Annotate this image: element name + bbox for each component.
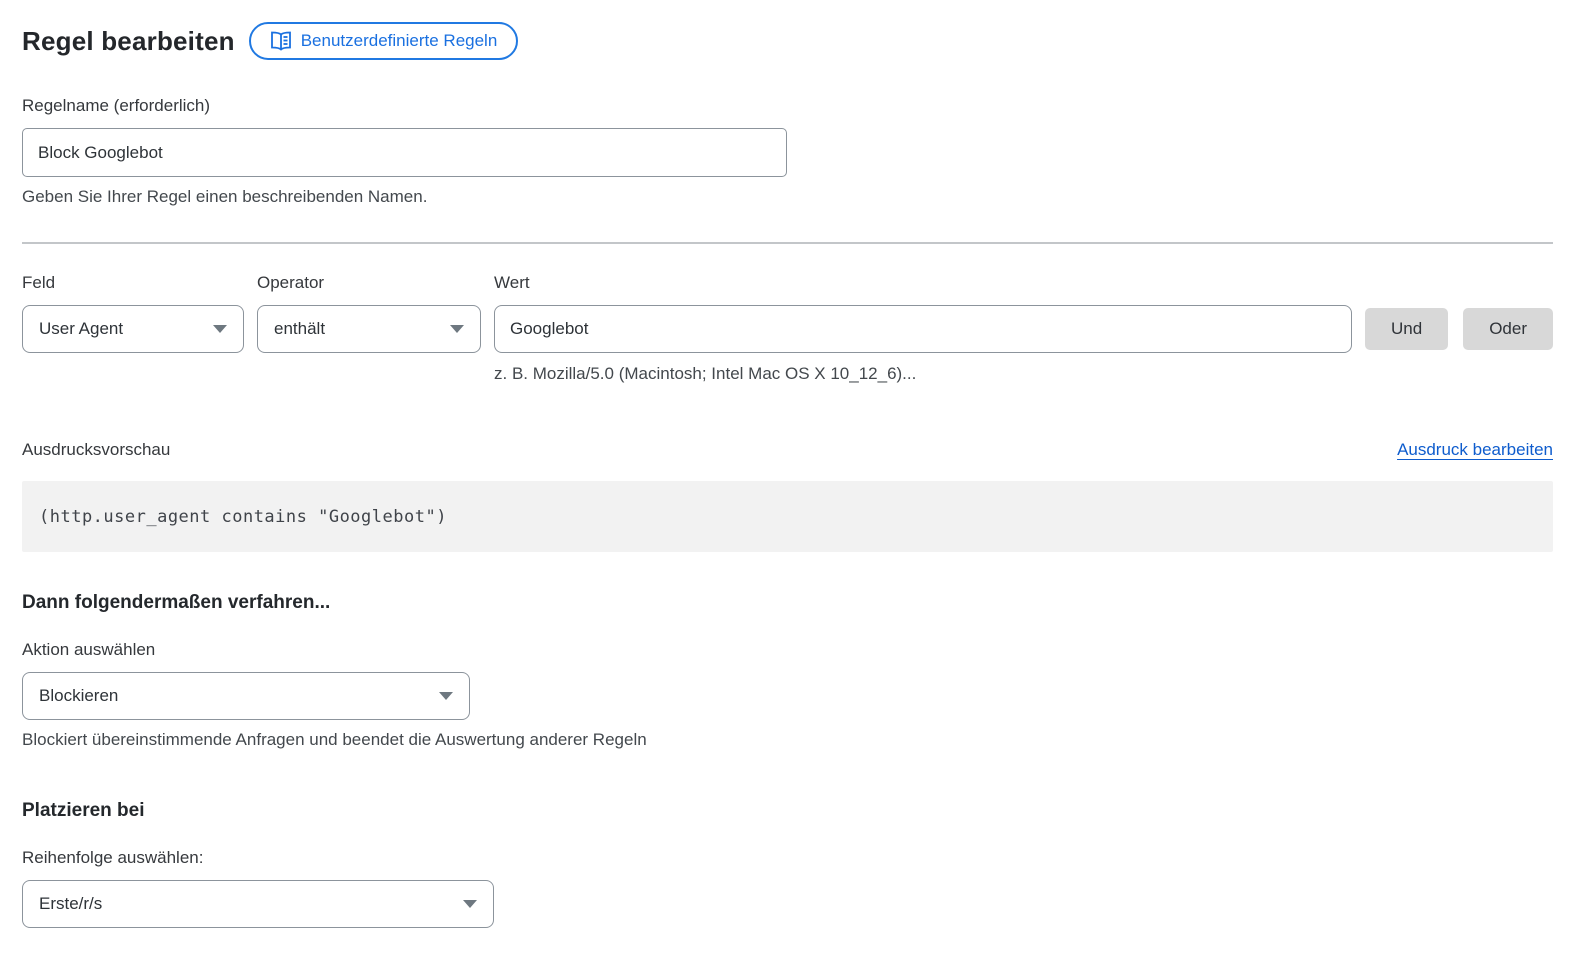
action-select-value: Blockieren <box>39 686 118 706</box>
condition-builder: Feld User Agent Operator enthält Wert z.… <box>22 273 1553 384</box>
field-select[interactable]: User Agent <box>22 305 244 353</box>
placement-order-select-value: Erste/r/s <box>39 894 102 914</box>
value-column: Wert z. B. Mozilla/5.0 (Macintosh; Intel… <box>494 273 1352 384</box>
value-input[interactable] <box>494 305 1352 353</box>
page-header: Regel bearbeiten Benutzerdefinierte Rege… <box>22 22 1553 60</box>
operator-select-value: enthält <box>274 319 325 339</box>
value-example-text: z. B. Mozilla/5.0 (Macintosh; Intel Mac … <box>494 364 1352 384</box>
rule-name-section: Regelname (erforderlich) Geben Sie Ihrer… <box>22 96 1553 207</box>
edit-rule-page: Regel bearbeiten Benutzerdefinierte Rege… <box>0 0 1570 928</box>
expression-preview-label: Ausdrucksvorschau <box>22 440 170 460</box>
action-heading: Dann folgendermaßen verfahren... <box>22 592 1553 614</box>
field-select-value: User Agent <box>39 319 123 339</box>
action-select[interactable]: Blockieren <box>22 672 470 720</box>
placement-section: Platzieren bei Reihenfolge auswählen: Er… <box>22 800 1553 928</box>
field-column: Feld User Agent <box>22 273 244 384</box>
and-button[interactable]: Und <box>1365 308 1448 350</box>
placement-order-label: Reihenfolge auswählen: <box>22 848 1553 868</box>
page-title: Regel bearbeiten <box>22 26 235 57</box>
action-section: Dann folgendermaßen verfahren... Aktion … <box>22 592 1553 750</box>
action-label: Aktion auswählen <box>22 640 1553 660</box>
chevron-down-icon <box>213 325 227 333</box>
action-help: Blockiert übereinstimmende Anfragen und … <box>22 730 1553 750</box>
open-book-icon <box>270 31 292 51</box>
placement-heading: Platzieren bei <box>22 800 1553 822</box>
operator-column: Operator enthält <box>257 273 481 384</box>
expression-code-block: (http.user_agent contains "Googlebot") <box>22 481 1553 552</box>
operator-select[interactable]: enthält <box>257 305 481 353</box>
connector-buttons: Und Oder <box>1365 273 1553 384</box>
chevron-down-icon <box>439 692 453 700</box>
rule-name-input[interactable] <box>22 128 787 177</box>
or-button[interactable]: Oder <box>1463 308 1553 350</box>
rule-name-help: Geben Sie Ihrer Regel einen beschreibend… <box>22 187 1553 207</box>
placement-order-select[interactable]: Erste/r/s <box>22 880 494 928</box>
value-label: Wert <box>494 273 1352 293</box>
operator-label: Operator <box>257 273 481 293</box>
chevron-down-icon <box>450 325 464 333</box>
expression-preview-section: Ausdrucksvorschau Ausdruck bearbeiten (h… <box>22 440 1553 552</box>
field-label: Feld <box>22 273 244 293</box>
custom-rules-badge-label: Benutzerdefinierte Regeln <box>301 30 498 52</box>
edit-expression-link[interactable]: Ausdruck bearbeiten <box>1397 440 1553 460</box>
custom-rules-badge-button[interactable]: Benutzerdefinierte Regeln <box>249 22 519 60</box>
expression-code: (http.user_agent contains "Googlebot") <box>39 507 447 527</box>
section-divider <box>22 242 1553 244</box>
chevron-down-icon <box>463 900 477 908</box>
rule-name-label: Regelname (erforderlich) <box>22 96 1553 116</box>
